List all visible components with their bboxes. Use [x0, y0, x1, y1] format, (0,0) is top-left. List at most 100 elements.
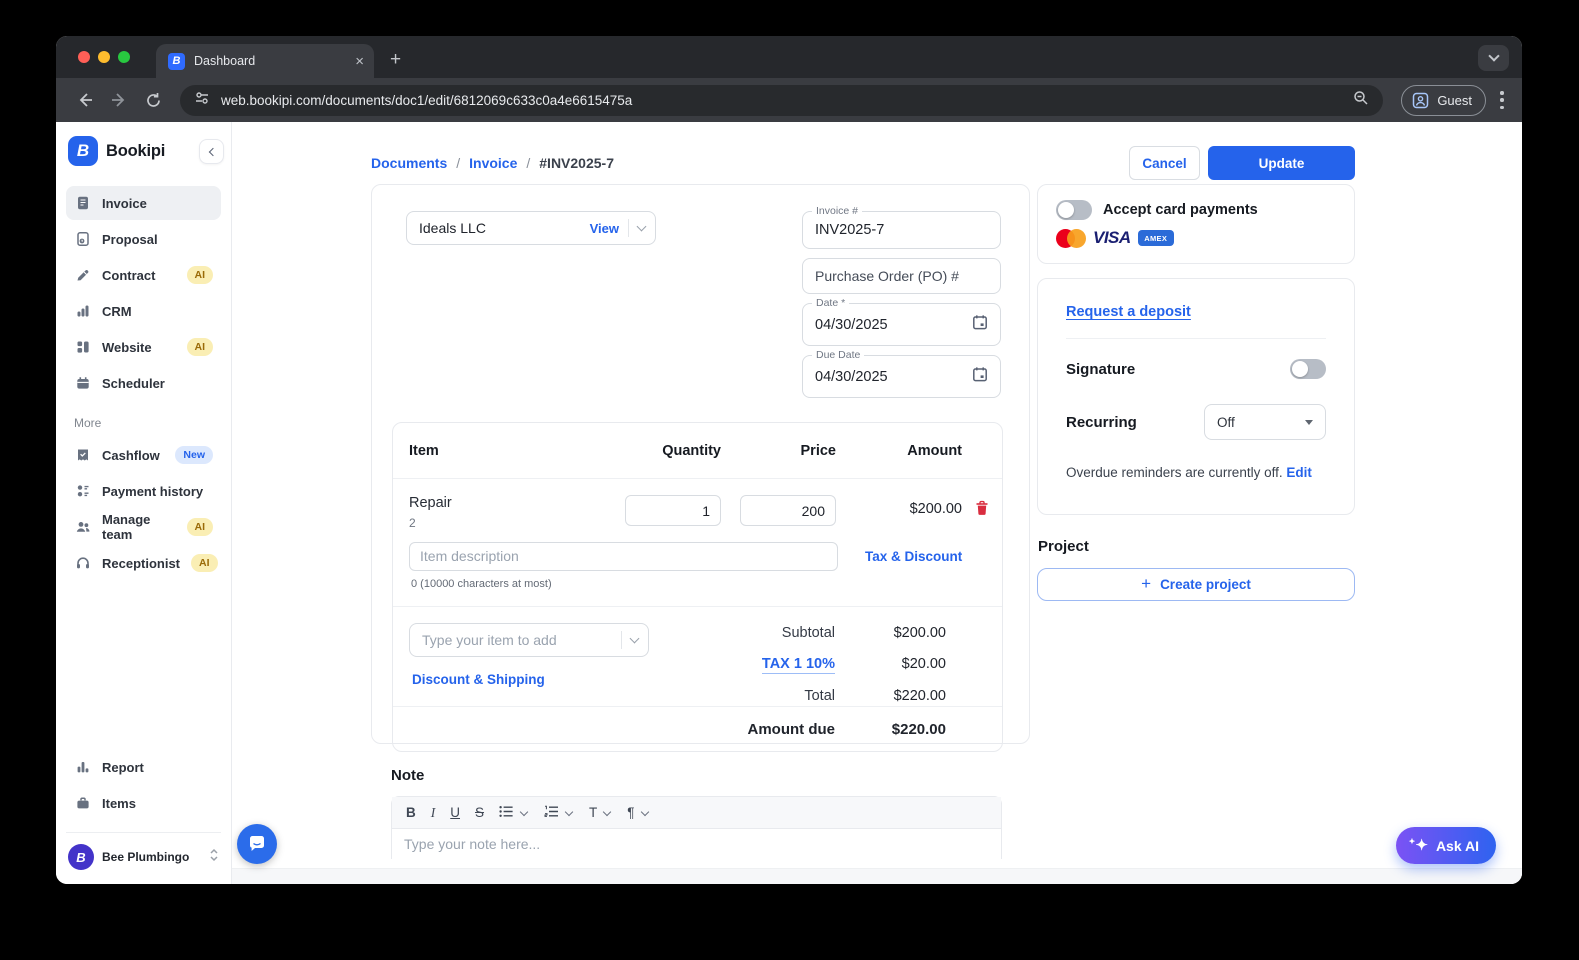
sidebar-item-scheduler[interactable]: Scheduler — [66, 366, 221, 400]
strikethrough-button[interactable]: S — [475, 805, 484, 820]
customer-view-link[interactable]: View — [590, 221, 619, 236]
invoice-options-card: Request a deposit Signature Recurring Of… — [1037, 278, 1355, 515]
sidebar-item-label: Receptionist — [102, 555, 181, 571]
date-field[interactable]: Date * 04/30/2025 — [802, 297, 1001, 346]
receptionist-icon — [74, 555, 91, 571]
amount-due-row: Amount due $220.00 — [393, 706, 1002, 751]
sidebar-item-label: Website — [102, 339, 152, 355]
invoice-number-value: INV2025-7 — [815, 222, 885, 238]
sidebar-item-label: Payment history — [102, 483, 204, 499]
amount-due-value: $220.00 — [891, 720, 946, 738]
tab-close-icon[interactable]: × — [355, 54, 364, 69]
item-name[interactable]: Repair — [409, 495, 625, 511]
sidebar-item-website[interactable]: Website AI — [66, 330, 221, 364]
sidebar-item-items[interactable]: Items — [66, 786, 221, 820]
bold-button[interactable]: B — [406, 805, 416, 820]
sidebar-item-label: Contract — [102, 267, 156, 283]
site-settings-icon[interactable] — [194, 90, 210, 111]
reload-button[interactable] — [138, 85, 168, 115]
browser-tab[interactable]: B Dashboard × — [156, 44, 374, 78]
italic-button[interactable]: I — [431, 805, 436, 821]
workspace-logo-icon: B — [68, 844, 94, 870]
sidebar-collapse-button[interactable] — [199, 139, 224, 164]
po-number-field[interactable]: Purchase Order (PO) # — [802, 258, 1001, 294]
address-bar[interactable]: web.bookipi.com/documents/doc1/edit/6812… — [180, 84, 1384, 116]
ordered-list-button[interactable] — [544, 805, 559, 821]
brand-name: Bookipi — [106, 141, 166, 160]
bullet-list-button[interactable] — [499, 805, 514, 821]
quantity-input[interactable] — [625, 495, 721, 526]
item-subtext: 2 — [409, 516, 416, 530]
recurring-label: Recurring — [1066, 413, 1137, 431]
tax-rate-link[interactable]: TAX 1 10% — [761, 656, 835, 675]
request-deposit-link[interactable]: Request a deposit — [1066, 304, 1191, 320]
update-button[interactable]: Update — [1208, 146, 1355, 180]
sidebar-item-contract[interactable]: Contract AI — [66, 258, 221, 292]
sidebar-item-label: Manage team — [102, 512, 151, 542]
sidebar-item-crm[interactable]: CRM — [66, 294, 221, 328]
back-button[interactable] — [70, 85, 100, 115]
guest-avatar-icon — [1413, 92, 1429, 108]
price-input[interactable] — [740, 495, 836, 526]
tax-discount-link[interactable]: Tax & Discount — [865, 549, 962, 564]
new-badge: New — [175, 446, 213, 464]
visa-icon: VISA — [1093, 228, 1131, 247]
caret-down-icon — [1305, 419, 1313, 425]
calendar-icon[interactable] — [972, 314, 988, 336]
browser-menu-button[interactable] — [1500, 91, 1504, 109]
underline-button[interactable]: U — [450, 805, 460, 820]
window-minimize-button[interactable] — [98, 51, 110, 63]
sidebar-item-manage-team[interactable]: Manage team AI — [66, 510, 221, 544]
calendar-icon[interactable] — [972, 366, 988, 388]
forward-button[interactable] — [104, 85, 134, 115]
card-payments-toggle[interactable] — [1056, 200, 1092, 220]
note-input[interactable] — [392, 829, 1001, 859]
tax-value: $20.00 — [901, 656, 946, 673]
chat-widget-button[interactable] — [237, 824, 277, 864]
signature-toggle[interactable] — [1290, 359, 1326, 379]
text-size-button[interactable]: T — [589, 805, 597, 820]
sidebar-item-payment-history[interactable]: Payment history — [66, 474, 221, 508]
browser-toolbar: web.bookipi.com/documents/doc1/edit/6812… — [56, 78, 1522, 122]
url-text: web.bookipi.com/documents/doc1/edit/6812… — [221, 92, 633, 108]
customer-select[interactable]: Ideals LLC View — [406, 211, 656, 245]
sidebar-item-report[interactable]: Report — [66, 750, 221, 784]
scheduler-icon — [74, 375, 91, 391]
add-item-select[interactable] — [409, 623, 649, 657]
invoice-number-field[interactable]: Invoice # INV2025-7 — [802, 205, 1001, 249]
new-tab-button[interactable]: + — [390, 49, 401, 71]
paragraph-button[interactable]: ¶ — [627, 805, 634, 820]
zoom-icon[interactable] — [1353, 90, 1369, 111]
window-zoom-button[interactable] — [118, 51, 130, 63]
cancel-button[interactable]: Cancel — [1129, 146, 1200, 180]
item-description-input[interactable] — [409, 542, 838, 571]
ask-ai-button[interactable]: ✦✦ Ask AI — [1395, 827, 1496, 864]
discount-shipping-link[interactable]: Discount & Shipping — [412, 672, 545, 687]
chevron-down-icon — [629, 633, 640, 644]
chevron-down-icon[interactable] — [519, 807, 529, 816]
recurring-select[interactable]: Off — [1204, 404, 1326, 440]
sidebar-item-label: Scheduler — [102, 375, 165, 391]
chevron-down-icon[interactable] — [564, 807, 574, 816]
breadcrumb-invoice[interactable]: Invoice — [469, 155, 517, 171]
workspace-switcher[interactable]: B Bee Plumbingo — [66, 842, 221, 874]
window-close-button[interactable] — [78, 51, 90, 63]
breadcrumb-documents[interactable]: Documents — [371, 155, 447, 171]
ai-badge: AI — [186, 266, 213, 284]
chevron-down-icon[interactable] — [603, 807, 612, 816]
breadcrumb-separator: / — [526, 155, 531, 171]
sidebar-item-receptionist[interactable]: Receptionist AI — [66, 546, 221, 580]
overdue-edit-link[interactable]: Edit — [1286, 465, 1312, 480]
sidebar-item-proposal[interactable]: Proposal — [66, 222, 221, 256]
sidebar-item-invoice[interactable]: Invoice — [66, 186, 221, 220]
tab-list-button[interactable] — [1478, 45, 1509, 71]
due-date-field[interactable]: Due Date 04/30/2025 — [802, 349, 1001, 398]
profile-button[interactable]: Guest — [1401, 84, 1486, 116]
create-project-button[interactable]: + Create project — [1037, 568, 1355, 601]
chat-bubble-icon — [250, 836, 264, 851]
delete-item-button[interactable] — [962, 495, 1002, 516]
sidebar-item-cashflow[interactable]: Cashflow New — [66, 438, 221, 472]
add-item-input[interactable] — [412, 632, 612, 648]
chevron-down-icon — [636, 221, 647, 232]
chevron-down-icon[interactable] — [640, 807, 649, 816]
